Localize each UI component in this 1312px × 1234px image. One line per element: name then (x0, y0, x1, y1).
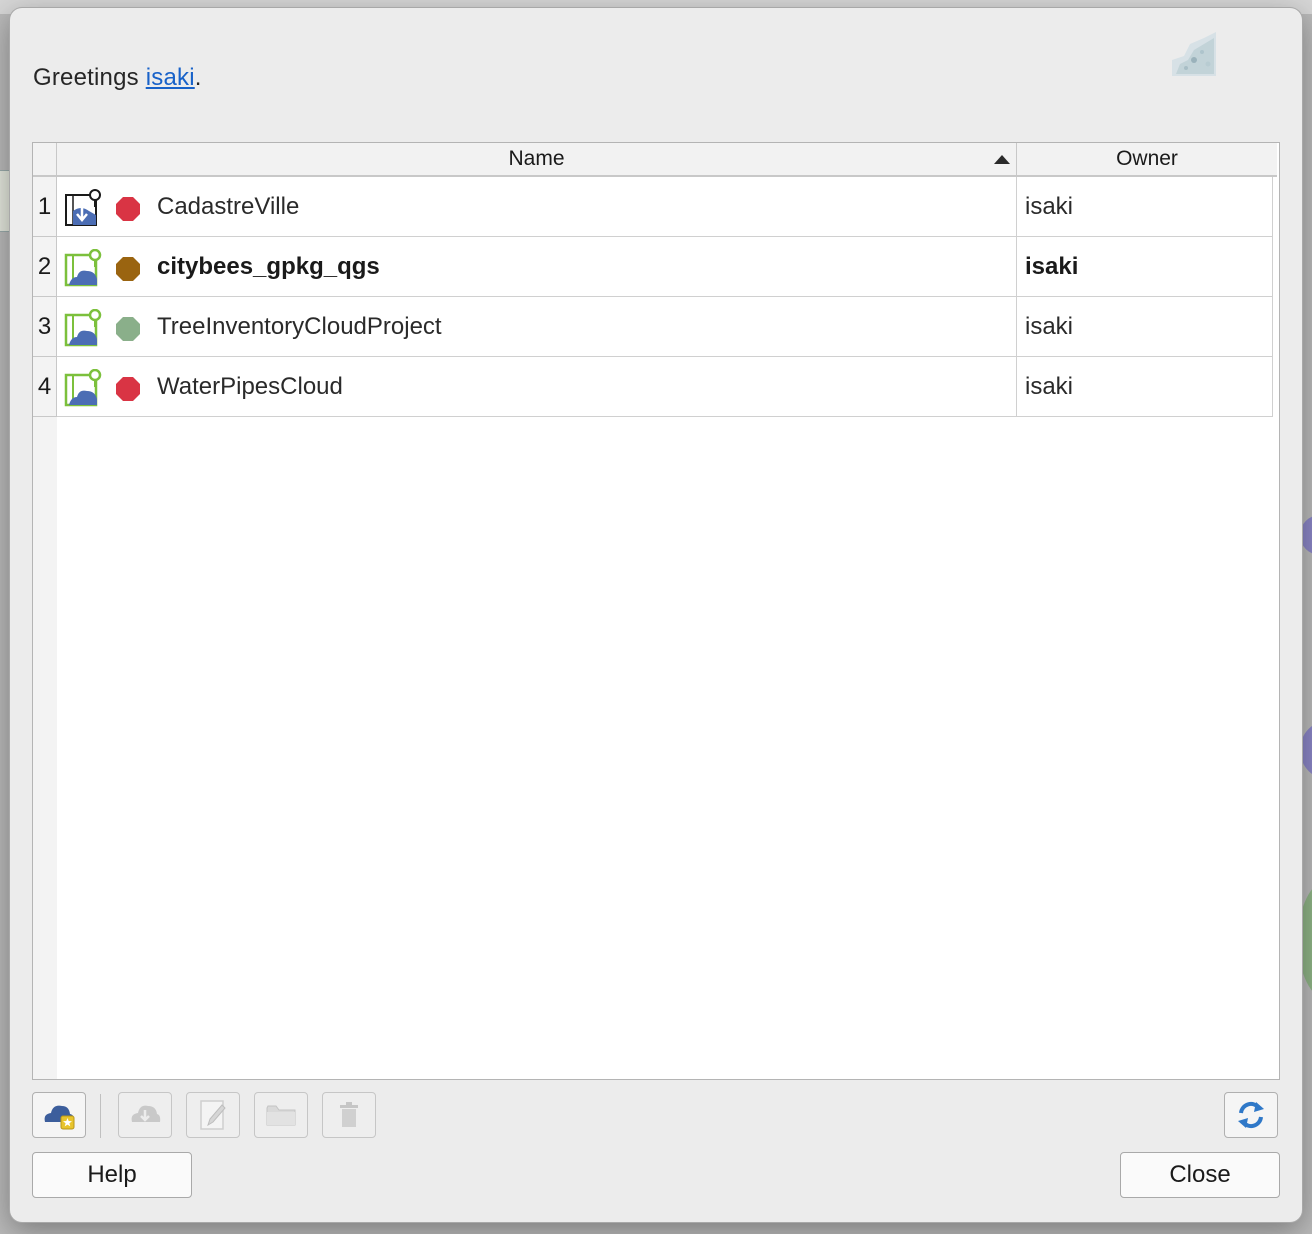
user-avatar-icon (1170, 30, 1218, 78)
sort-ascending-icon (994, 155, 1010, 164)
project-name: WaterPipesCloud (157, 373, 343, 400)
toolbar-separator (100, 1094, 101, 1138)
column-header-name[interactable]: Name (57, 143, 1017, 177)
column-header-name-label: Name (508, 147, 565, 170)
table-row[interactable]: 2 citybees_gpkg_qgs isaki (33, 237, 1273, 297)
table-row[interactable]: 4 WaterPipesCloud isaki (33, 357, 1273, 417)
owner-cell[interactable]: isaki (1017, 297, 1273, 357)
create-cloud-project-icon (44, 1105, 75, 1130)
download-project-icon (131, 1105, 161, 1122)
open-folder-button[interactable] (254, 1092, 308, 1138)
edit-project-icon (200, 1100, 226, 1130)
cloud-project-icon (64, 249, 102, 287)
open-folder-icon (266, 1105, 296, 1126)
owner-cell[interactable]: isaki (1017, 237, 1273, 297)
row-number: 3 (33, 297, 57, 357)
qfieldcloud-projects-dialog: Greetings isaki. Name Owner 1 CadastreVi… (10, 8, 1302, 1222)
table-row[interactable]: 1 CadastreVille isaki (33, 177, 1273, 237)
cloud-project-icon (64, 309, 102, 347)
column-header-owner-label: Owner (1116, 147, 1178, 170)
name-cell[interactable]: WaterPipesCloud (57, 357, 1017, 417)
name-cell[interactable]: CadastreVille (57, 177, 1017, 237)
username-link[interactable]: isaki (146, 64, 195, 91)
greeting-prefix: Greetings (33, 64, 146, 91)
status-dot-icon (116, 377, 140, 401)
row-number: 4 (33, 357, 57, 417)
status-dot-icon (116, 257, 140, 281)
table-corner-button[interactable] (33, 143, 57, 177)
cloud-project-icon (64, 369, 102, 407)
create-cloud-project-button[interactable] (32, 1092, 86, 1138)
row-number: 2 (33, 237, 57, 297)
refresh-icon (1238, 1101, 1264, 1129)
project-name: TreeInventoryCloudProject (157, 313, 442, 340)
name-cell[interactable]: TreeInventoryCloudProject (57, 297, 1017, 357)
local-project-icon (65, 189, 101, 226)
greeting-text: Greetings isaki. (33, 64, 202, 92)
help-button[interactable]: Help (32, 1152, 192, 1198)
delete-icon (340, 1102, 358, 1127)
download-project-button[interactable] (118, 1092, 172, 1138)
greeting-suffix: . (194, 64, 202, 91)
status-dot-icon (116, 197, 140, 221)
owner-cell[interactable]: isaki (1017, 177, 1273, 237)
column-header-owner[interactable]: Owner (1017, 143, 1277, 177)
close-button[interactable]: Close (1120, 1152, 1280, 1198)
project-name: CadastreVille (157, 193, 300, 220)
name-cell[interactable]: citybees_gpkg_qgs (57, 237, 1017, 297)
owner-cell[interactable]: isaki (1017, 357, 1273, 417)
refresh-button[interactable] (1224, 1092, 1278, 1138)
edit-project-button[interactable] (186, 1092, 240, 1138)
delete-project-button[interactable] (322, 1092, 376, 1138)
row-number: 1 (33, 177, 57, 237)
table-row[interactable]: 3 TreeInventoryCloudProject isaki (33, 297, 1273, 357)
projects-table: Name Owner 1 CadastreVille isaki 2 cityb… (32, 142, 1280, 1080)
status-dot-icon (116, 317, 140, 341)
project-name: citybees_gpkg_qgs (157, 253, 380, 280)
